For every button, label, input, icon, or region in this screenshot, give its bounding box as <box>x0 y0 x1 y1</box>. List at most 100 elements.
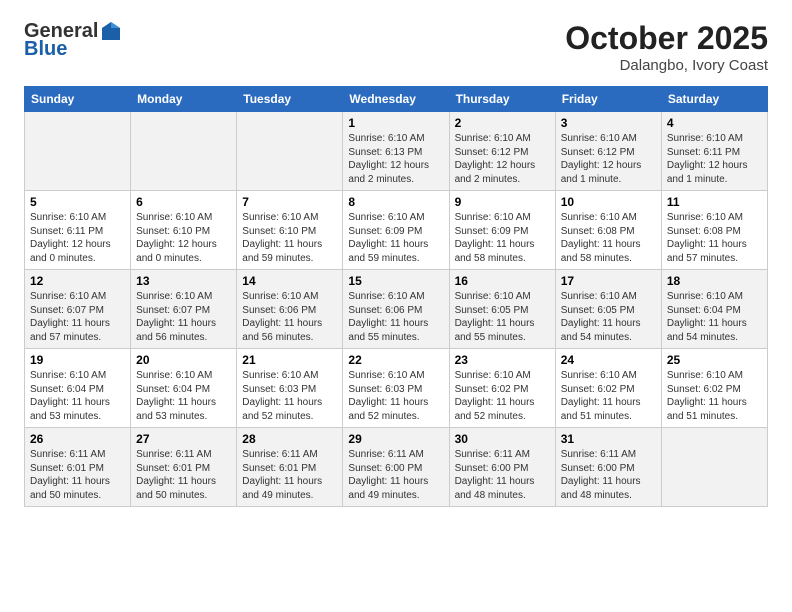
day-info: Sunrise: 6:10 AM Sunset: 6:06 PM Dayligh… <box>348 290 443 344</box>
calendar-cell: 5 Sunrise: 6:10 AM Sunset: 6:11 PM Daylig… <box>25 191 131 270</box>
calendar-cell: 25Sunrise: 6:10 AM Sunset: 6:02 PM Dayli… <box>661 349 767 428</box>
day-info: Sunrise: 6:10 AM Sunset: 6:02 PM Dayligh… <box>667 369 762 423</box>
col-friday: Friday <box>555 87 661 112</box>
day-info: Sunrise: 6:10 AM Sunset: 6:04 PM Dayligh… <box>30 369 125 423</box>
day-number: 31 <box>561 432 656 446</box>
col-thursday: Thursday <box>449 87 555 112</box>
day-number: 15 <box>348 274 443 288</box>
calendar-cell: 2 Sunrise: 6:10 AM Sunset: 6:12 PM Daylig… <box>449 112 555 191</box>
day-info: Sunrise: 6:11 AM Sunset: 6:01 PM Dayligh… <box>136 448 231 502</box>
calendar-cell <box>25 112 131 191</box>
calendar-cell <box>131 112 237 191</box>
calendar-cell: 17 Sunrise: 6:10 AM Sunset: 6:05 PM Dayli… <box>555 270 661 349</box>
calendar-cell: 28 Sunrise: 6:11 AM Sunset: 6:01 PM Dayli… <box>237 428 343 507</box>
day-number: 28 <box>242 432 337 446</box>
day-number: 5 <box>30 195 125 209</box>
day-number: 9 <box>455 195 550 209</box>
day-number: 26 <box>30 432 125 446</box>
day-info: Sunrise: 6:10 AM Sunset: 6:12 PM Dayligh… <box>561 132 656 186</box>
day-number: 6 <box>136 195 231 209</box>
day-info: Sunrise: 6:10 AM Sunset: 6:10 PM Dayligh… <box>136 211 231 265</box>
calendar-cell: 18 Sunrise: 6:10 AM Sunset: 6:04 PM Dayli… <box>661 270 767 349</box>
calendar-cell: 27Sunrise: 6:11 AM Sunset: 6:01 PM Dayli… <box>131 428 237 507</box>
calendar-cell: 4Sunrise: 6:10 AM Sunset: 6:11 PM Daylig… <box>661 112 767 191</box>
calendar-cell: 23 Sunrise: 6:10 AM Sunset: 6:02 PM Dayli… <box>449 349 555 428</box>
day-info: Sunrise: 6:11 AM Sunset: 6:01 PM Dayligh… <box>30 448 125 502</box>
calendar-cell <box>661 428 767 507</box>
day-info: Sunrise: 6:11 AM Sunset: 6:01 PM Dayligh… <box>242 448 337 502</box>
day-info: Sunrise: 6:11 AM Sunset: 6:00 PM Dayligh… <box>561 448 656 502</box>
day-number: 24 <box>561 353 656 367</box>
day-number: 3 <box>561 116 656 130</box>
calendar-cell: 22 Sunrise: 6:10 AM Sunset: 6:03 PM Dayli… <box>343 349 449 428</box>
calendar-week-2: 5 Sunrise: 6:10 AM Sunset: 6:11 PM Daylig… <box>25 191 768 270</box>
calendar-cell: 1 Sunrise: 6:10 AM Sunset: 6:13 PM Daylig… <box>343 112 449 191</box>
day-info: Sunrise: 6:10 AM Sunset: 6:05 PM Dayligh… <box>455 290 550 344</box>
calendar-table: Sunday Monday Tuesday Wednesday Thursday… <box>24 86 768 507</box>
col-tuesday: Tuesday <box>237 87 343 112</box>
day-number: 19 <box>30 353 125 367</box>
logo: General Blue <box>24 20 122 60</box>
day-number: 23 <box>455 353 550 367</box>
day-info: Sunrise: 6:10 AM Sunset: 6:02 PM Dayligh… <box>455 369 550 423</box>
day-number: 1 <box>348 116 443 130</box>
day-number: 7 <box>242 195 337 209</box>
title-block: October 2025 Dalangbo, Ivory Coast <box>565 20 768 74</box>
day-number: 4 <box>667 116 762 130</box>
day-info: Sunrise: 6:10 AM Sunset: 6:02 PM Dayligh… <box>561 369 656 423</box>
calendar-cell: 31 Sunrise: 6:11 AM Sunset: 6:00 PM Dayli… <box>555 428 661 507</box>
calendar-week-3: 12Sunrise: 6:10 AM Sunset: 6:07 PM Dayli… <box>25 270 768 349</box>
day-info: Sunrise: 6:10 AM Sunset: 6:13 PM Dayligh… <box>348 132 443 186</box>
day-info: Sunrise: 6:10 AM Sunset: 6:04 PM Dayligh… <box>667 290 762 344</box>
day-number: 14 <box>242 274 337 288</box>
calendar-cell: 24 Sunrise: 6:10 AM Sunset: 6:02 PM Dayli… <box>555 349 661 428</box>
calendar-cell: 10Sunrise: 6:10 AM Sunset: 6:08 PM Dayli… <box>555 191 661 270</box>
day-number: 22 <box>348 353 443 367</box>
day-info: Sunrise: 6:10 AM Sunset: 6:10 PM Dayligh… <box>242 211 337 265</box>
day-number: 21 <box>242 353 337 367</box>
calendar-cell: 29 Sunrise: 6:11 AM Sunset: 6:00 PM Dayli… <box>343 428 449 507</box>
calendar-week-5: 26 Sunrise: 6:11 AM Sunset: 6:01 PM Dayli… <box>25 428 768 507</box>
day-info: Sunrise: 6:11 AM Sunset: 6:00 PM Dayligh… <box>348 448 443 502</box>
calendar-cell: 20Sunrise: 6:10 AM Sunset: 6:04 PM Dayli… <box>131 349 237 428</box>
day-info: Sunrise: 6:10 AM Sunset: 6:09 PM Dayligh… <box>348 211 443 265</box>
day-number: 16 <box>455 274 550 288</box>
logo-blue: Blue <box>24 38 122 60</box>
calendar-cell: 14 Sunrise: 6:10 AM Sunset: 6:06 PM Dayli… <box>237 270 343 349</box>
calendar-cell: 7 Sunrise: 6:10 AM Sunset: 6:10 PM Daylig… <box>237 191 343 270</box>
calendar-cell: 30Sunrise: 6:11 AM Sunset: 6:00 PM Dayli… <box>449 428 555 507</box>
calendar-week-4: 19 Sunrise: 6:10 AM Sunset: 6:04 PM Dayli… <box>25 349 768 428</box>
day-number: 2 <box>455 116 550 130</box>
col-saturday: Saturday <box>661 87 767 112</box>
calendar-cell: 11 Sunrise: 6:10 AM Sunset: 6:08 PM Dayli… <box>661 191 767 270</box>
col-wednesday: Wednesday <box>343 87 449 112</box>
calendar-cell: 21 Sunrise: 6:10 AM Sunset: 6:03 PM Dayli… <box>237 349 343 428</box>
calendar-header-row: Sunday Monday Tuesday Wednesday Thursday… <box>25 87 768 112</box>
calendar-cell: 15 Sunrise: 6:10 AM Sunset: 6:06 PM Dayli… <box>343 270 449 349</box>
calendar-cell: 3 Sunrise: 6:10 AM Sunset: 6:12 PM Daylig… <box>555 112 661 191</box>
day-number: 29 <box>348 432 443 446</box>
day-info: Sunrise: 6:10 AM Sunset: 6:12 PM Dayligh… <box>455 132 550 186</box>
calendar-cell: 6 Sunrise: 6:10 AM Sunset: 6:10 PM Daylig… <box>131 191 237 270</box>
calendar-cell: 19 Sunrise: 6:10 AM Sunset: 6:04 PM Dayli… <box>25 349 131 428</box>
calendar-cell: 9 Sunrise: 6:10 AM Sunset: 6:09 PM Daylig… <box>449 191 555 270</box>
day-info: Sunrise: 6:10 AM Sunset: 6:03 PM Dayligh… <box>242 369 337 423</box>
header: General Blue October 2025 Dalangbo, Ivor… <box>24 20 768 74</box>
day-info: Sunrise: 6:10 AM Sunset: 6:06 PM Dayligh… <box>242 290 337 344</box>
calendar-cell: 16 Sunrise: 6:10 AM Sunset: 6:05 PM Dayli… <box>449 270 555 349</box>
day-info: Sunrise: 6:10 AM Sunset: 6:05 PM Dayligh… <box>561 290 656 344</box>
day-number: 8 <box>348 195 443 209</box>
day-number: 17 <box>561 274 656 288</box>
calendar-cell: 12Sunrise: 6:10 AM Sunset: 6:07 PM Dayli… <box>25 270 131 349</box>
day-info: Sunrise: 6:10 AM Sunset: 6:09 PM Dayligh… <box>455 211 550 265</box>
calendar-cell <box>237 112 343 191</box>
day-number: 10 <box>561 195 656 209</box>
day-number: 18 <box>667 274 762 288</box>
day-number: 11 <box>667 195 762 209</box>
day-info: Sunrise: 6:11 AM Sunset: 6:00 PM Dayligh… <box>455 448 550 502</box>
location-subtitle: Dalangbo, Ivory Coast <box>565 57 768 74</box>
day-info: Sunrise: 6:10 AM Sunset: 6:03 PM Dayligh… <box>348 369 443 423</box>
day-info: Sunrise: 6:10 AM Sunset: 6:11 PM Dayligh… <box>30 211 125 265</box>
day-info: Sunrise: 6:10 AM Sunset: 6:07 PM Dayligh… <box>30 290 125 344</box>
day-info: Sunrise: 6:10 AM Sunset: 6:08 PM Dayligh… <box>667 211 762 265</box>
